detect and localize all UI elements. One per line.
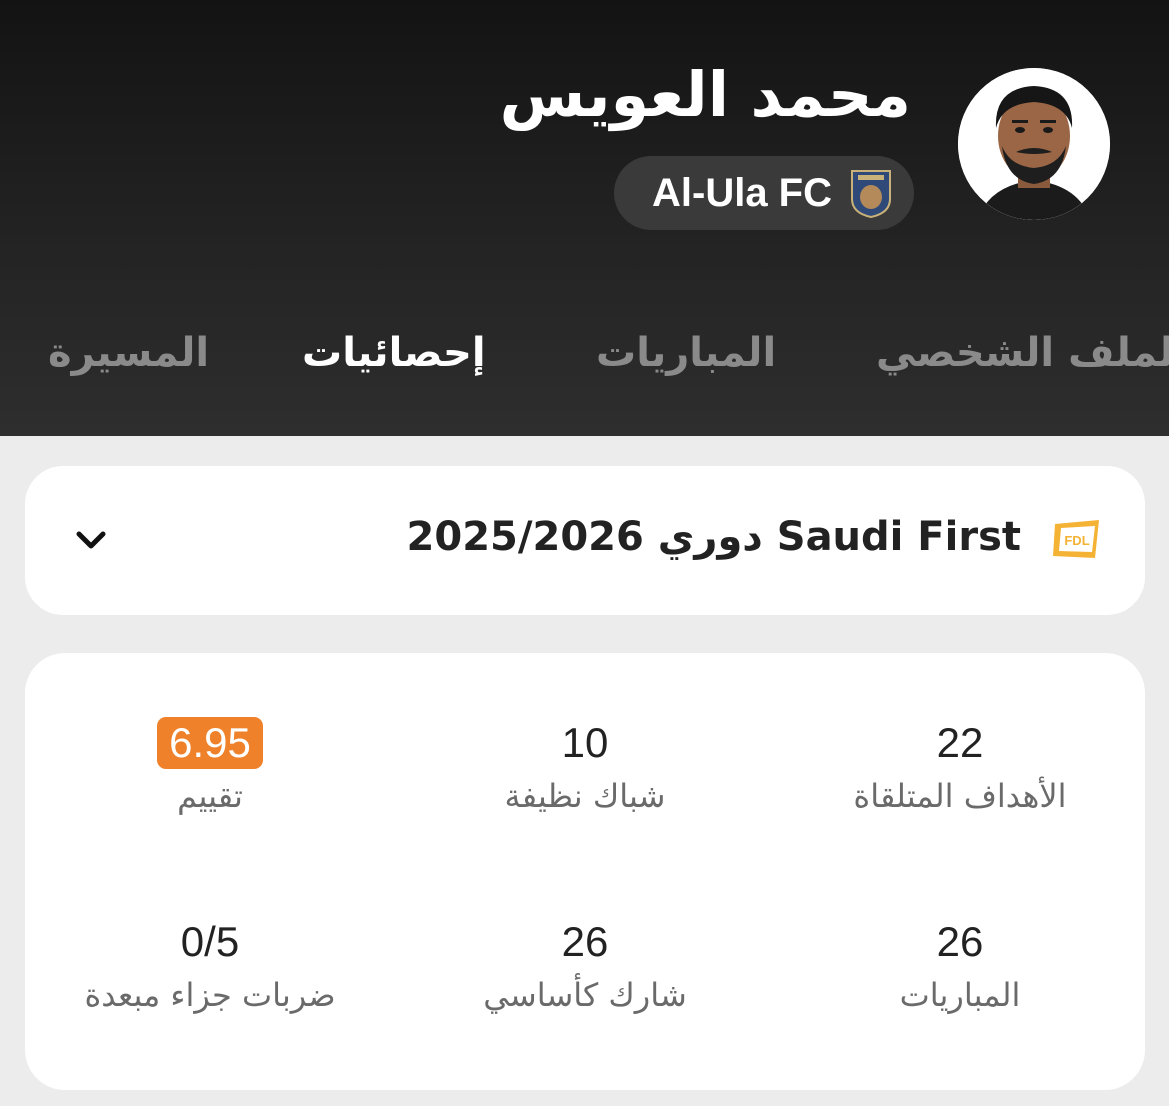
stat-rating: 6.95 تقييم (30, 717, 390, 815)
league-logo-text: FDL (1064, 533, 1089, 548)
tab-statistics[interactable]: إحصائيات (302, 330, 486, 376)
player-name: محمد العويس (499, 58, 911, 131)
stat-value: 22 (936, 719, 984, 766)
stat-clean-sheets: 10 شباك نظيفة (405, 717, 765, 815)
rating-badge: 6.95 (157, 717, 263, 769)
season-title: 2025/2026 دوري Saudi First (406, 514, 1021, 560)
chevron-down-icon[interactable] (75, 528, 107, 552)
team-crest-icon (850, 167, 892, 219)
team-chip[interactable]: Al-Ula FC (614, 156, 914, 230)
league-season-selector[interactable]: FDL 2025/2026 دوري Saudi First (25, 466, 1145, 615)
stat-goals-conceded: 22 الأهداف المتلقاة (780, 717, 1140, 815)
player-avatar (958, 68, 1110, 220)
stat-label: ضربات جزاء مبعدة (84, 976, 336, 1014)
stat-value: 26 (936, 918, 984, 965)
league-logo-icon: FDL (1051, 518, 1103, 562)
tab-career[interactable]: المسيرة (48, 330, 209, 376)
tab-profile[interactable]: الملف الشخصي (876, 330, 1169, 376)
stat-label: المباريات (899, 976, 1021, 1014)
stat-value: 0/5 (180, 918, 240, 965)
team-name: Al-Ula FC (652, 170, 832, 215)
stat-label: الأهداف المتلقاة (853, 777, 1067, 815)
stat-matches: 26 المباريات (780, 916, 1140, 1014)
tab-bar: الملف الشخصي المباريات إحصائيات المسيرة (0, 330, 1169, 396)
stat-label: تقييم (177, 777, 243, 815)
stat-started: 26 شارك كأساسي (405, 916, 765, 1014)
stat-penalties-saved: 0/5 ضربات جزاء مبعدة (30, 916, 390, 1014)
stat-label: شارك كأساسي (483, 976, 687, 1014)
stat-value: 26 (561, 918, 609, 965)
stat-label: شباك نظيفة (504, 777, 666, 815)
tab-matches[interactable]: المباريات (596, 330, 776, 376)
stats-card: 22 الأهداف المتلقاة 10 شباك نظيفة 6.95 ت… (25, 653, 1145, 1090)
player-header: محمد العويس Al-Ula FC الملف الشخصي المبا… (0, 0, 1169, 436)
stat-value: 10 (561, 719, 609, 766)
